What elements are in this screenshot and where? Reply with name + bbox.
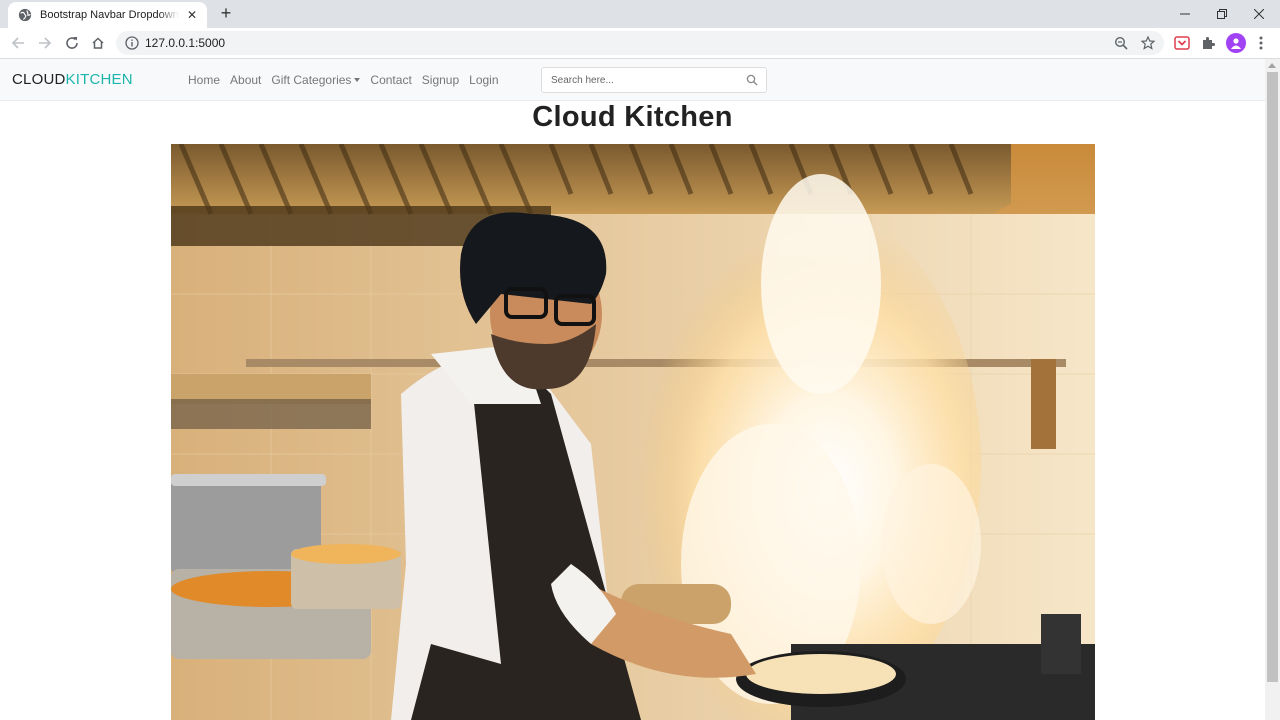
tab-title: Bootstrap Navbar Dropdown Logo (40, 9, 179, 21)
nav-dropdown-label: Gift Categories (271, 73, 352, 87)
browser-toolbar: 127.0.0.1:5000 (0, 28, 1280, 59)
caret-down-icon (354, 78, 361, 82)
close-window-icon[interactable] (1240, 0, 1278, 28)
zoom-icon[interactable] (1114, 36, 1128, 50)
brand-text-part2: KITCHEN (65, 71, 133, 88)
site-navbar: CLOUDKITCHEN Home About Gift Categories … (0, 59, 1265, 101)
user-icon (1231, 38, 1241, 49)
reload-icon[interactable] (61, 32, 83, 54)
page-scrollbar[interactable] (1265, 59, 1280, 720)
info-icon[interactable] (125, 36, 139, 50)
page-title: Cloud Kitchen (532, 101, 733, 133)
back-arrow-icon[interactable] (7, 32, 29, 54)
nav-link-signup[interactable]: Signup (422, 73, 459, 87)
search-icon[interactable] (746, 74, 758, 86)
new-tab-icon[interactable]: + (216, 4, 236, 24)
restore-icon[interactable] (1203, 0, 1241, 28)
pocket-extension-icon[interactable] (1174, 35, 1190, 51)
brand-logo[interactable]: CLOUDKITCHEN (12, 71, 133, 88)
nav-link-contact[interactable]: Contact (370, 73, 411, 87)
nav-link-home[interactable]: Home (188, 73, 220, 87)
brand-text-part1: CLOUD (12, 71, 66, 88)
browser-tab[interactable]: Bootstrap Navbar Dropdown Logo ✕ (8, 2, 207, 28)
close-tab-icon[interactable]: ✕ (185, 8, 199, 22)
scroll-up-arrow-icon[interactable] (1268, 63, 1276, 68)
browser-tabstrip: Bootstrap Navbar Dropdown Logo ✕ + (0, 0, 1280, 28)
scrollbar-thumb[interactable] (1267, 72, 1278, 682)
page-viewport: CLOUDKITCHEN Home About Gift Categories … (0, 59, 1280, 720)
profile-avatar[interactable] (1226, 33, 1246, 53)
search-input[interactable] (551, 72, 741, 88)
hero-image (171, 144, 1095, 720)
minimize-icon[interactable] (1166, 0, 1204, 28)
home-icon[interactable] (87, 32, 109, 54)
globe-icon (18, 8, 32, 22)
bookmark-star-icon[interactable] (1141, 36, 1155, 50)
nav-link-login[interactable]: Login (469, 73, 498, 87)
search-box (541, 67, 767, 93)
nav-link-about[interactable]: About (230, 73, 261, 87)
url-text: 127.0.0.1:5000 (145, 36, 226, 50)
address-bar[interactable]: 127.0.0.1:5000 (116, 31, 1164, 55)
forward-arrow-icon[interactable] (34, 32, 56, 54)
nav-links: Home About Gift Categories Contact Signu… (188, 73, 509, 87)
menu-kebab-icon[interactable] (1256, 35, 1266, 51)
extensions-puzzle-icon[interactable] (1200, 35, 1216, 51)
nav-dropdown-gift-categories[interactable]: Gift Categories (271, 73, 361, 87)
chef-kitchen-photo (171, 144, 1095, 720)
